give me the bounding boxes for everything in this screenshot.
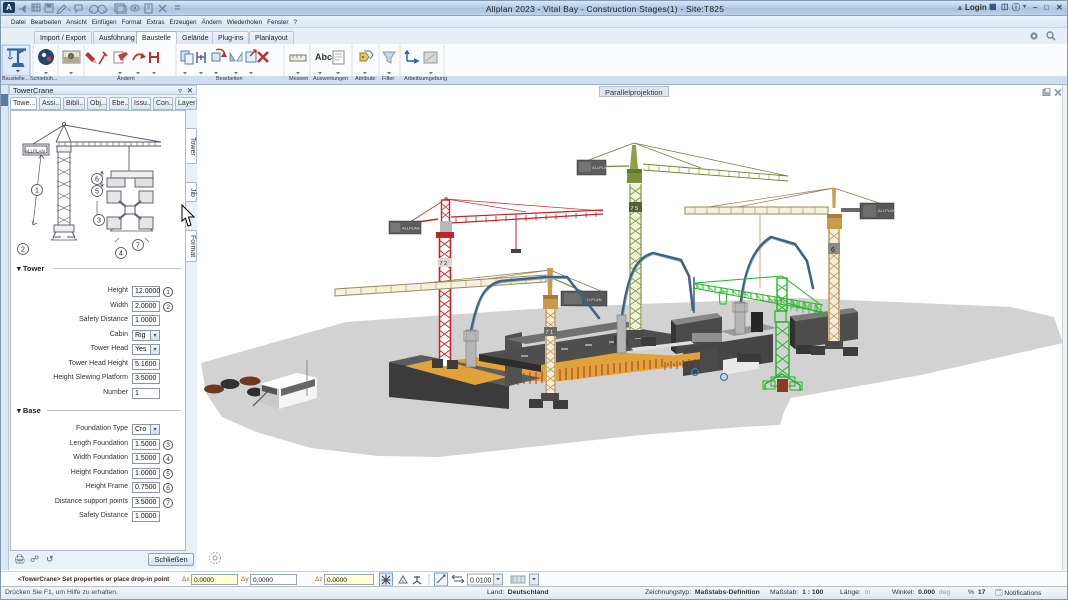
svg-text:ALLPLAN: ALLPLAN [25, 149, 45, 154]
svg-text:6: 6 [95, 177, 99, 184]
svg-text:7 1: 7 1 [546, 330, 554, 336]
svg-text:7 5: 7 5 [631, 206, 639, 212]
svg-text:3: 3 [97, 218, 101, 225]
svg-text:6: 6 [831, 247, 835, 254]
svg-text:ALLPLAN: ALLPLAN [592, 165, 610, 170]
svg-text:2: 2 [21, 247, 25, 254]
svg-text:1: 1 [35, 188, 39, 195]
svg-text:ALLPLAN: ALLPLAN [402, 226, 420, 231]
svg-text:7 2: 7 2 [440, 261, 448, 267]
svg-text:5: 5 [95, 189, 99, 196]
svg-text:ALLPLAN: ALLPLAN [878, 208, 896, 213]
svg-text:4: 4 [119, 251, 123, 258]
svg-text:7: 7 [136, 243, 140, 250]
svg-text:0.0100: 0.0100 [470, 578, 492, 585]
svg-text:Abc: Abc [315, 52, 332, 62]
